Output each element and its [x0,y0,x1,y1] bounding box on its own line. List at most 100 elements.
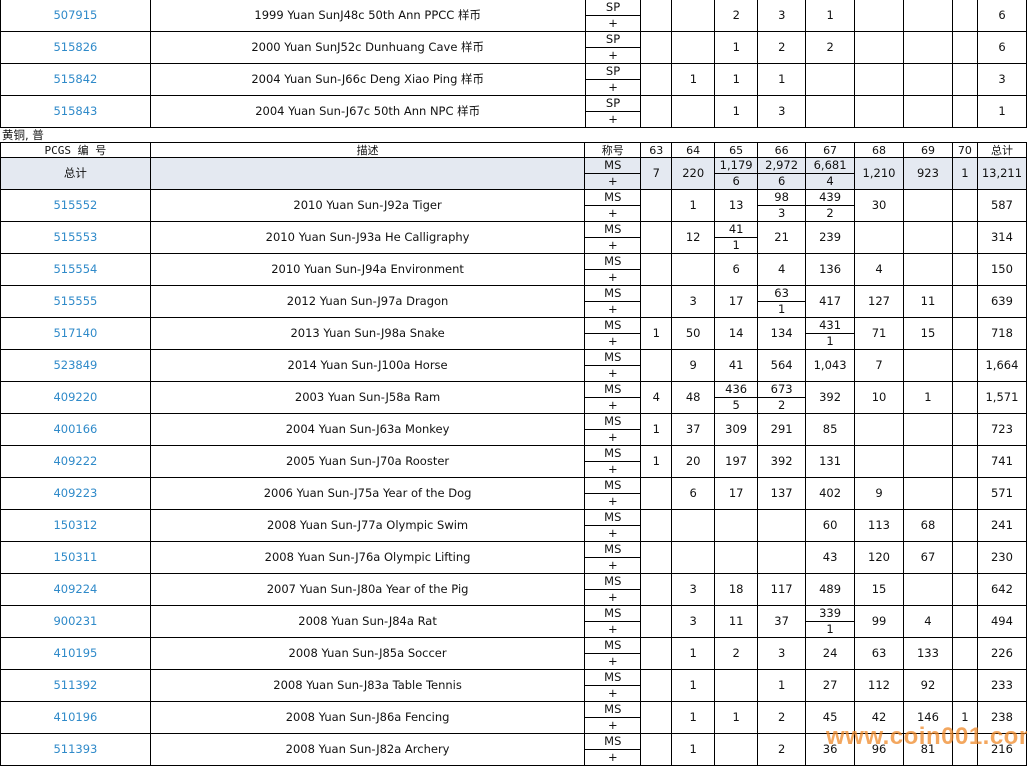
population-67 [805,63,856,96]
pcgs-number-link[interactable]: 410195 [53,646,97,660]
grade-designation: MS [584,253,642,270]
population-total: 1 [976,95,1027,128]
population-64: 12 [671,221,716,254]
pcgs-number-cell: 409220 [0,381,151,414]
table-row: 900231 2008 Yuan Sun-J84a Rat MS 3 11 37 339 99… [0,605,1027,638]
pcgs-number-link[interactable]: 511392 [53,678,97,692]
population-66: 137 [757,477,807,510]
pcgs-number-cell: 507915 [0,0,151,32]
population-63 [640,95,673,128]
population-66 [757,509,807,542]
population-70 [951,317,978,350]
pcgs-number-link[interactable]: 515555 [53,294,97,308]
population-total: 6 [976,0,1027,32]
grade-designation: MS [584,477,642,494]
population-63 [640,509,673,542]
header-66: 66 [757,142,807,158]
totals-65: 1,179 [714,157,759,174]
population-70 [952,31,978,64]
population-64 [671,541,716,574]
pcgs-number-link[interactable]: 515554 [53,262,97,276]
population-66: 673 [757,381,807,398]
pcgs-number-link[interactable]: 515826 [53,40,97,54]
population-64: 48 [671,381,716,414]
pcgs-number-link[interactable]: 150311 [53,550,97,564]
population-68: 4 [854,253,904,286]
table-row: 511393 2008 Yuan Sun-J82a Archery MS 1 2 36 96… [0,733,1027,766]
population-67: 1,043 [805,349,856,382]
totals-row: 总计 MS 7 220 1,179 2,972 6,681 1,210 923 … [0,157,1027,190]
population-total: 718 [976,317,1027,350]
population-70 [951,573,978,606]
pcgs-number-cell: 515554 [0,253,151,286]
pcgs-number-link[interactable]: 523849 [53,358,97,372]
coin-description: 2010 Yuan Sun-J93a He Calligraphy [149,221,586,254]
population-64: 1 [671,189,716,222]
population-67: 85 [805,413,856,446]
pcgs-number-link[interactable]: 410196 [53,710,97,724]
population-65 [714,733,759,766]
pcgs-number-link[interactable]: 409223 [53,486,97,500]
population-63 [640,221,673,254]
population-69 [903,573,953,606]
pcgs-number-cell: 410195 [0,637,151,670]
table-row: 515842 2004 Yuan Sun-J66c Deng Xiao Ping … [0,63,1027,96]
population-65: 309 [714,413,759,446]
pcgs-number-link[interactable]: 900231 [53,614,97,628]
pcgs-number-link[interactable]: 515842 [53,72,97,86]
population-65: 2 [714,637,759,670]
grade-plus: + [584,429,642,446]
population-63 [640,605,673,638]
population-69: 1 [903,381,953,414]
population-68 [854,0,905,32]
population-68: 15 [854,573,904,606]
population-65: 1 [714,63,759,96]
header-desc: 描述 [149,142,586,158]
pcgs-number-link[interactable]: 515553 [53,230,97,244]
population-64: 37 [671,413,716,446]
totals-64: 220 [671,157,716,190]
pcgs-number-cell: 150312 [0,509,151,542]
population-64 [671,95,716,128]
population-table: PCGS 编 号 描述 称号 63 64 65 66 67 68 69 70 总… [0,142,1027,766]
population-total: 642 [976,573,1027,606]
pcgs-number-cell: 409223 [0,477,151,510]
table-row: 410195 2008 Yuan Sun-J85a Soccer MS 1 2 3 24 63… [0,637,1027,670]
population-69: 11 [903,285,953,318]
population-66: 98 [757,189,807,206]
pcgs-number-link[interactable]: 511393 [53,742,97,756]
population-70 [951,253,978,286]
population-65: 11 [714,605,759,638]
pcgs-number-link[interactable]: 400166 [53,422,97,436]
population-64 [671,31,716,64]
population-69 [903,413,953,446]
grade-designation: MS [584,509,642,526]
population-total: 1,664 [976,349,1027,382]
pcgs-number-link[interactable]: 409220 [53,390,97,404]
pcgs-number-link[interactable]: 150312 [53,518,97,532]
population-65: 17 [714,477,759,510]
totals-67: 6,681 [805,157,856,174]
population-63: 1 [640,413,673,446]
header-69: 69 [903,142,953,158]
header-64: 64 [671,142,716,158]
pcgs-number-link[interactable]: 507915 [53,8,97,22]
grade-designation: MS [584,541,642,558]
population-69: 67 [903,541,953,574]
population-66: 2 [757,31,807,64]
population-total: 494 [976,605,1027,638]
pcgs-number-link[interactable]: 517140 [53,326,97,340]
population-70 [951,541,978,574]
pcgs-number-cell: 515826 [0,31,151,64]
grade-designation: MS [584,637,642,654]
table-row: 515826 2000 Yuan SunJ52c Dunhuang Cave 样币… [0,31,1027,64]
grade-plus: + [584,79,642,96]
pcgs-number-link[interactable]: 515552 [53,198,97,212]
population-69: 4 [903,605,953,638]
pcgs-number-link[interactable]: 409222 [53,454,97,468]
pcgs-number-link[interactable]: 515843 [53,104,97,118]
grade-designation: MS [584,285,642,302]
pcgs-number-link[interactable]: 409224 [53,582,97,596]
table-row: 150311 2008 Yuan Sun-J76a Olympic Lifting… [0,541,1027,574]
population-66 [757,541,807,574]
